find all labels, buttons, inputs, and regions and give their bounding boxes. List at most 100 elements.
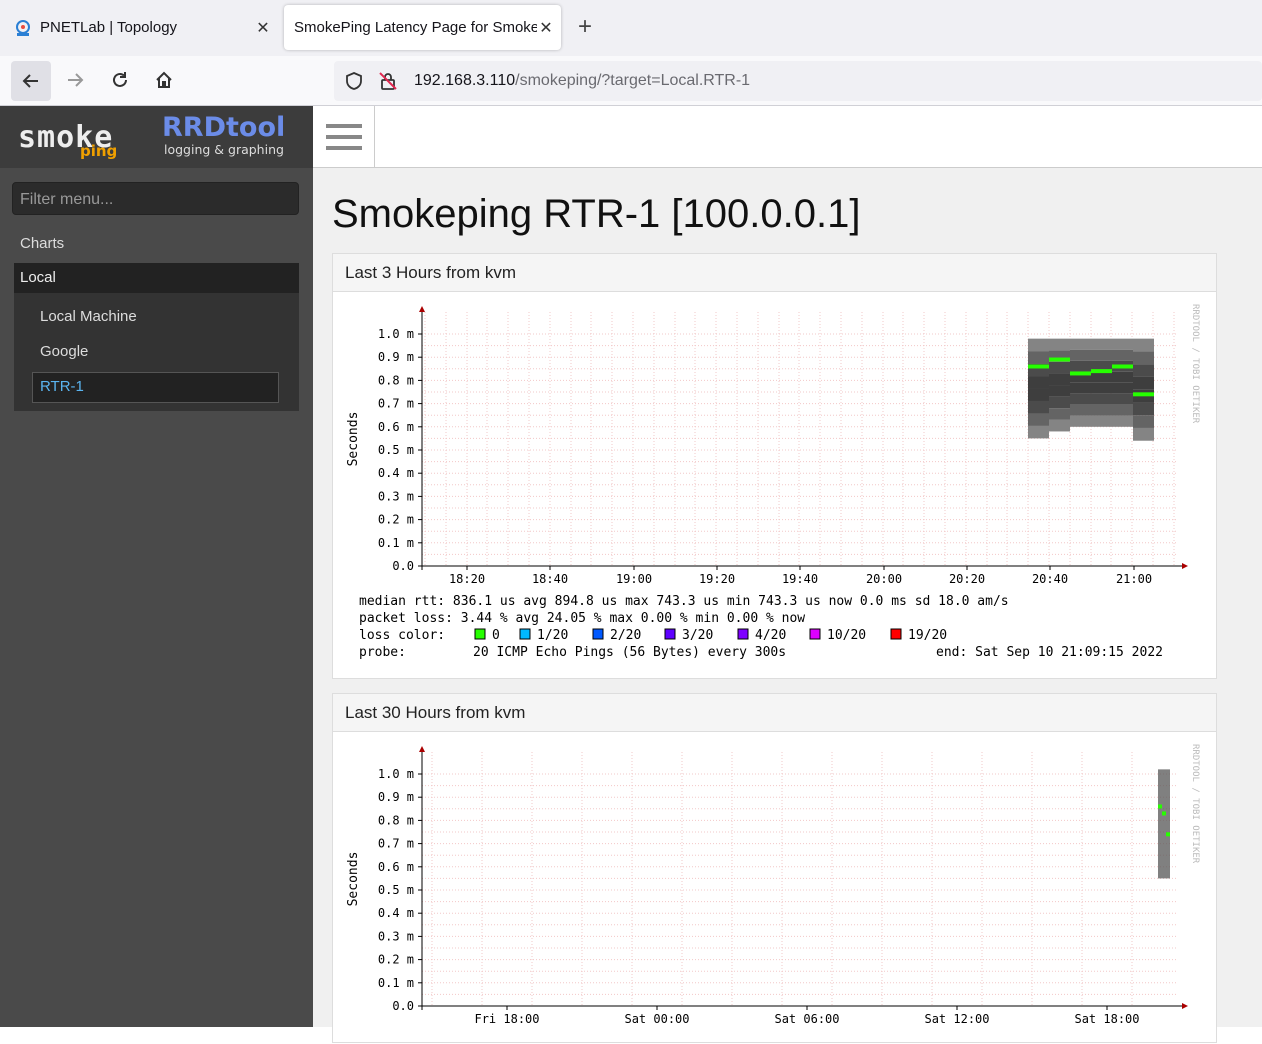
loss-color-label: 4/20 xyxy=(755,628,786,643)
x-tick-label: 20:40 xyxy=(1032,572,1068,586)
filter-menu-input[interactable]: Filter menu... xyxy=(12,182,299,215)
new-tab-icon[interactable]: + xyxy=(578,14,592,40)
median-point xyxy=(1162,811,1166,816)
x-tick-label: 20:20 xyxy=(949,572,985,586)
y-tick-label: 1.0 m xyxy=(378,327,414,341)
logo-ping-text: ping xyxy=(80,142,118,160)
menu-item-local-machine[interactable]: Local Machine xyxy=(40,308,137,325)
median-point xyxy=(1070,371,1091,376)
menu-item-rtr-1[interactable]: RTR-1 xyxy=(32,372,279,403)
hamburger-menu-icon[interactable] xyxy=(313,106,375,168)
graph-panel-3h: Last 3 Hours from kvm 1.0 m 0.9 m 0.8 m 0.7… xyxy=(332,253,1217,679)
smoke-band xyxy=(1049,385,1070,397)
main-content: Smokeping RTR-1 [100.0.0.1] Last 3 Hours… xyxy=(313,106,1262,1043)
rrdtool-watermark: RRDTOOL / TOBI OETIKER xyxy=(1190,744,1200,864)
home-button[interactable] xyxy=(146,62,182,98)
url-path: /smokeping/?target=Local.RTR-1 xyxy=(515,72,751,89)
smoke-band xyxy=(1070,338,1091,350)
smoke-band xyxy=(1049,338,1070,351)
menu-local[interactable]: Local xyxy=(14,263,299,293)
smoke-band xyxy=(1112,404,1133,416)
browser-nav-bar: 192.168.3.110/smokeping/?target=Local.RT… xyxy=(0,56,1262,106)
loss-color-swatch xyxy=(890,628,902,640)
latency-graph-30h[interactable]: 1.0 m 0.9 m 0.8 m 0.7 m 0.6 m 0.5 m 0.4 m 0.3 m… xyxy=(333,732,1218,1044)
y-axis-label: Seconds xyxy=(346,852,361,907)
y-tick-label: 0.7 m xyxy=(378,837,414,851)
back-button[interactable] xyxy=(11,61,51,101)
median-point xyxy=(1028,364,1049,369)
x-tick-label: 19:00 xyxy=(616,572,652,586)
median-point xyxy=(1166,832,1170,837)
close-tab-icon[interactable]: ✕ xyxy=(254,18,272,38)
legend-end-time: end: Sat Sep 10 21:09:15 2022 xyxy=(936,645,1163,660)
tab-pnetlab[interactable]: PNETLab | Topology ✕ xyxy=(8,5,278,50)
smoke-band xyxy=(1028,376,1049,389)
tab-title: PNETLab | Topology xyxy=(40,19,178,36)
smoke-band xyxy=(1112,371,1133,383)
smoke-band xyxy=(1028,413,1049,426)
loss-color-swatch xyxy=(474,628,486,640)
x-axis-arrow xyxy=(1182,563,1188,569)
loss-color-swatch xyxy=(592,628,604,640)
pnetlab-favicon-icon xyxy=(16,19,30,36)
smoke-band xyxy=(1091,382,1112,394)
submenu-local: Local Machine Google RTR-1 xyxy=(14,293,299,411)
close-tab-icon[interactable]: ✕ xyxy=(537,18,555,38)
smoke-band xyxy=(1028,425,1049,439)
smoke-band xyxy=(1133,351,1154,365)
smoke-band xyxy=(1112,415,1133,427)
legend-packet-loss: packet loss: 3.44 % avg 24.05 % max 0.00… xyxy=(359,611,805,626)
y-tick-label: 0.0 xyxy=(392,559,414,573)
y-tick-label: 0.5 m xyxy=(378,883,414,897)
smoke-band xyxy=(1070,404,1091,416)
smoke-band xyxy=(1028,338,1049,352)
address-bar[interactable]: 192.168.3.110/smokeping/?target=Local.RT… xyxy=(334,61,1262,101)
smoke-band xyxy=(1133,415,1154,428)
sidebar: smoke ping RRDtool logging & graphing Fi… xyxy=(0,106,313,1027)
menu-charts[interactable]: Charts xyxy=(20,235,64,252)
smoke-band xyxy=(1091,415,1112,427)
browser-tab-bar: PNETLab | Topology ✕ SmokePing Latency P… xyxy=(0,0,1262,56)
y-tick-label: 0.9 m xyxy=(378,790,414,804)
forward-button[interactable] xyxy=(57,62,93,98)
legend-probe-label: probe: xyxy=(359,645,406,660)
x-tick-label: 20:00 xyxy=(866,572,902,586)
shield-icon xyxy=(346,72,362,90)
smoke-band xyxy=(1091,404,1112,416)
smoke-band xyxy=(1091,338,1112,350)
smoke-band xyxy=(1091,371,1112,383)
smoke-band xyxy=(1112,349,1133,361)
arrow-right-icon xyxy=(68,73,84,87)
loss-color-label: 0 xyxy=(492,628,500,643)
x-tick-label: Sat 00:00 xyxy=(624,1012,689,1026)
y-tick-label: 0.7 m xyxy=(378,397,414,411)
smokeping-logo: smoke ping xyxy=(18,116,148,160)
x-tick-label: 19:20 xyxy=(699,572,735,586)
loss-color-label: 2/20 xyxy=(610,628,641,643)
menu-item-google[interactable]: Google xyxy=(40,343,88,360)
y-tick-label: 0.2 m xyxy=(378,513,414,527)
x-tick-label: Sat 06:00 xyxy=(774,1012,839,1026)
url-host: 192.168.3.110 xyxy=(414,72,516,89)
legend-loss-color-label: loss color: xyxy=(359,628,445,643)
x-tick-label: Fri 18:00 xyxy=(474,1012,539,1026)
x-tick-label: 18:40 xyxy=(532,572,568,586)
median-point xyxy=(1112,364,1133,369)
tab-smokeping[interactable]: SmokePing Latency Page for Smoke ✕ xyxy=(284,5,561,50)
smoke-band xyxy=(1133,338,1154,352)
x-tick-label: 19:40 xyxy=(782,572,818,586)
smoke-band xyxy=(1070,393,1091,405)
y-tick-label: 0.8 m xyxy=(378,813,414,827)
logo-rrd-text: RRDtool xyxy=(162,112,286,143)
reload-button[interactable] xyxy=(102,62,138,98)
smoke-band xyxy=(1133,364,1154,377)
y-axis-arrow xyxy=(419,306,425,312)
y-tick-label: 0.0 xyxy=(392,999,414,1013)
tab-title: SmokePing Latency Page for Smoke xyxy=(294,19,537,36)
smoke-band xyxy=(1070,415,1091,427)
latency-graph-3h[interactable]: 1.0 m 0.9 m 0.8 m 0.7 m 0.6 m 0.5 m 0.4 m 0.3 m… xyxy=(333,292,1218,680)
smoke-band xyxy=(1049,419,1070,432)
loss-color-label: 19/20 xyxy=(908,628,947,643)
smoke-band xyxy=(1028,388,1049,401)
x-tick-label: 21:00 xyxy=(1116,572,1152,586)
